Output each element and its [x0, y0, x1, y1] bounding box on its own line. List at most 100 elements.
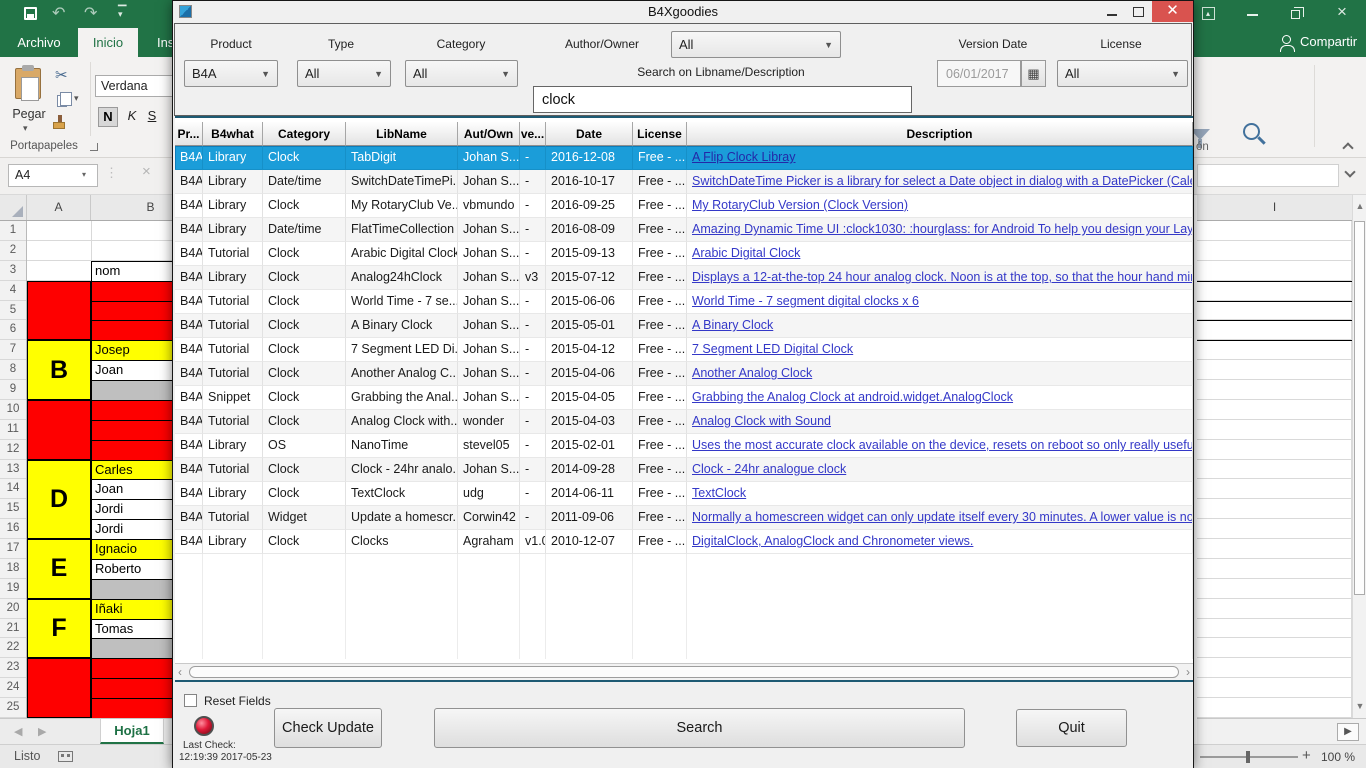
row-header[interactable]: 13	[0, 460, 26, 480]
grid-scroll-right-icon[interactable]: ›	[1186, 665, 1190, 679]
underline-button[interactable]: S	[144, 107, 160, 127]
sheet-row[interactable]	[1197, 440, 1352, 460]
description-link[interactable]: Amazing Dynamic Time UI :clock1030: :hou…	[687, 218, 1193, 242]
excel-merged-cell[interactable]: E	[27, 539, 91, 599]
sheet-tab-hoja1[interactable]: Hoja1	[100, 719, 164, 744]
row-header[interactable]: 19	[0, 579, 26, 599]
row-header[interactable]: 11	[0, 420, 26, 440]
sheet-row[interactable]	[1197, 519, 1352, 539]
table-row[interactable]: B4A Library OS NanoTime stevel05-2015-02-01 F…	[175, 434, 1193, 458]
excel-merged-cell[interactable]	[27, 399, 91, 460]
row-header[interactable]: 10	[0, 400, 26, 420]
format-painter-icon[interactable]	[53, 122, 65, 129]
table-row[interactable]: B4A Snippet Clock Grabbing the Anal... Johan…	[175, 386, 1193, 410]
grid-column-header[interactable]: Pr...	[175, 122, 203, 146]
excel-cell[interactable]	[91, 698, 172, 718]
row-header[interactable]: 25	[0, 698, 26, 718]
column-header-i[interactable]: I	[1197, 195, 1352, 220]
sheet-row[interactable]	[1197, 678, 1352, 698]
category-select[interactable]: All ▼	[405, 60, 518, 87]
cut-icon[interactable]: ✂	[55, 66, 68, 84]
grid-scroll-thumb[interactable]	[189, 666, 1179, 678]
scroll-up-icon[interactable]: ▲	[1353, 201, 1366, 211]
row-header[interactable]: 18	[0, 559, 26, 579]
excel-cell[interactable]: Jordi	[91, 519, 172, 541]
table-row[interactable]: B4A Tutorial Clock 7 Segment LED Di... Johan…	[175, 338, 1193, 362]
tab-inicio[interactable]: Inicio	[78, 28, 138, 57]
grid-column-header[interactable]: Category	[263, 122, 346, 146]
row-header[interactable]: 15	[0, 499, 26, 520]
excel-cell[interactable]	[91, 678, 172, 700]
grid-column-header[interactable]: License	[633, 122, 687, 146]
calendar-icon[interactable]: ▦	[1021, 60, 1046, 87]
license-select[interactable]: All ▼	[1057, 60, 1188, 87]
row-header[interactable]: 9	[0, 380, 26, 400]
table-row[interactable]: B4A Tutorial Clock A Binary Clock Johan S...…	[175, 314, 1193, 338]
sheet-row[interactable]	[1197, 241, 1352, 261]
paste-button[interactable]: Pegar	[6, 107, 52, 121]
formula-bar[interactable]	[1197, 164, 1339, 187]
dialog-titlebar[interactable]: B4Xgoodies ✕	[173, 1, 1193, 23]
table-row[interactable]: B4A Library Clock TabDigit Johan S... -2016-1…	[175, 146, 1193, 170]
description-link[interactable]: 7 Segment LED Digital Clock	[687, 338, 1193, 362]
description-link[interactable]: Grabbing the Analog Clock at android.wid…	[687, 386, 1193, 410]
excel-cell[interactable]	[91, 658, 172, 680]
row-header[interactable]: 12	[0, 440, 26, 460]
ribbon-options-icon[interactable]: ▴	[1202, 7, 1215, 20]
redo-icon[interactable]: ↷	[84, 3, 97, 23]
table-row[interactable]: B4A Library Clock Analog24hClock Johan S... v…	[175, 266, 1193, 290]
close-button[interactable]: ✕	[1152, 1, 1193, 22]
sheet-row[interactable]	[1197, 579, 1352, 599]
sheet-row[interactable]	[1197, 539, 1352, 559]
description-link[interactable]: Displays a 12-at-the-top 24 hour analog …	[687, 266, 1193, 290]
table-row[interactable]: B4ALibraryClockClocksAgrahamv1.02010-12-…	[175, 530, 1193, 554]
sheet-row[interactable]	[1197, 619, 1352, 639]
sheet-next-icon[interactable]: ▶	[38, 725, 46, 738]
table-row[interactable]: B4A Tutorial Clock World Time - 7 se... Joha…	[175, 290, 1193, 314]
check-update-button[interactable]: Check Update	[274, 708, 382, 748]
description-link[interactable]: TextClock	[687, 482, 1193, 506]
table-row[interactable]: B4A Tutorial Clock Clock - 24hr analo... Joh…	[175, 458, 1193, 482]
select-all-corner[interactable]	[0, 195, 27, 220]
table-row[interactable]: B4A Tutorial Clock Another Analog C... Johan…	[175, 362, 1193, 386]
excel-cell[interactable]	[91, 439, 172, 461]
vertical-scroll-thumb[interactable]	[1354, 221, 1365, 595]
search-button[interactable]: Search	[434, 708, 965, 748]
table-row[interactable]: B4A Library Date/time SwitchDateTimePi... Jo…	[175, 170, 1193, 194]
excel-merged-cell[interactable]: B	[27, 340, 91, 400]
expand-formula-bar-icon[interactable]	[1344, 166, 1356, 178]
excel-merged-cell[interactable]: D	[27, 459, 91, 540]
sheet-row[interactable]	[1197, 380, 1352, 400]
column-header-a[interactable]: A	[27, 195, 91, 220]
sheet-row[interactable]	[1197, 638, 1352, 659]
row-header[interactable]: 21	[0, 619, 26, 639]
table-row[interactable]: B4A Library Date/time FlatTimeCollection Joh…	[175, 218, 1193, 242]
zoom-slider-thumb[interactable]	[1246, 751, 1250, 763]
excel-minimize-icon[interactable]	[1247, 14, 1258, 16]
description-link[interactable]: Analog Clock with Sound	[687, 410, 1193, 434]
description-link[interactable]: DigitalClock, AnalogClock and Chronomete…	[687, 530, 1193, 554]
sheet-grid-right[interactable]	[1197, 221, 1352, 718]
undo-icon[interactable]: ↶	[52, 3, 65, 23]
excel-bordered-cell[interactable]	[1197, 320, 1352, 342]
excel-cell[interactable]: nom	[91, 260, 172, 282]
row-header[interactable]: 22	[0, 638, 26, 659]
copy-icon[interactable]	[57, 92, 72, 107]
row-header[interactable]: 14	[0, 479, 26, 500]
find-select-icon[interactable]	[1243, 123, 1260, 140]
excel-bordered-cell[interactable]	[1197, 280, 1352, 302]
macro-record-icon[interactable]	[58, 751, 73, 762]
excel-cell[interactable]	[91, 320, 172, 342]
excel-cell[interactable]	[91, 380, 172, 401]
sheet-row[interactable]	[1197, 658, 1352, 679]
sheet-row[interactable]	[1197, 261, 1352, 281]
row-header[interactable]: 16	[0, 519, 26, 539]
collapse-ribbon-icon[interactable]	[1342, 142, 1354, 154]
grid-column-header[interactable]: LibName	[346, 122, 458, 146]
horizontal-scrollbar-right[interactable]: ▶	[1197, 718, 1366, 744]
save-icon[interactable]	[24, 7, 37, 20]
excel-merged-cell[interactable]: F	[27, 598, 91, 659]
row-header[interactable]: 3	[0, 261, 26, 281]
excel-cell[interactable]: Roberto	[91, 558, 172, 580]
excel-cell[interactable]	[91, 578, 172, 600]
